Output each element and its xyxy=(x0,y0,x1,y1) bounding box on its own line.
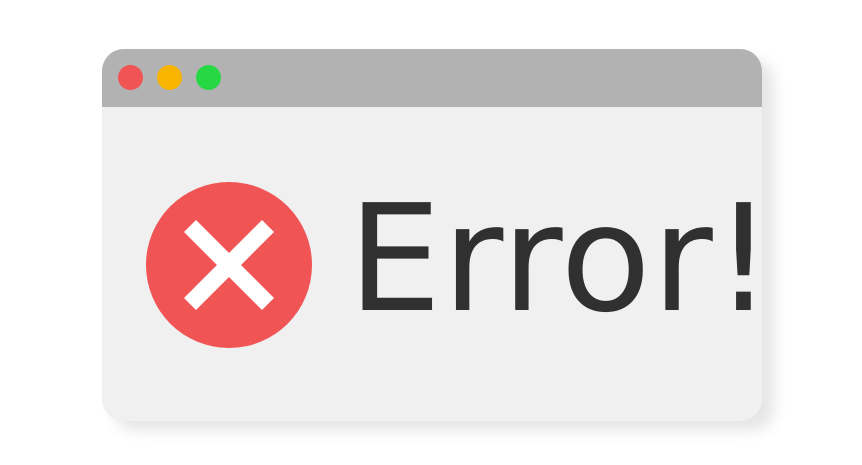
x-circle-icon xyxy=(146,182,312,348)
close-window-button[interactable] xyxy=(118,65,143,90)
error-message: Error! xyxy=(348,173,762,345)
canvas: Error! xyxy=(0,0,862,465)
minimize-window-button[interactable] xyxy=(157,65,182,90)
window-titlebar[interactable] xyxy=(102,49,762,107)
error-window: Error! xyxy=(102,49,762,421)
maximize-window-button[interactable] xyxy=(196,65,221,90)
